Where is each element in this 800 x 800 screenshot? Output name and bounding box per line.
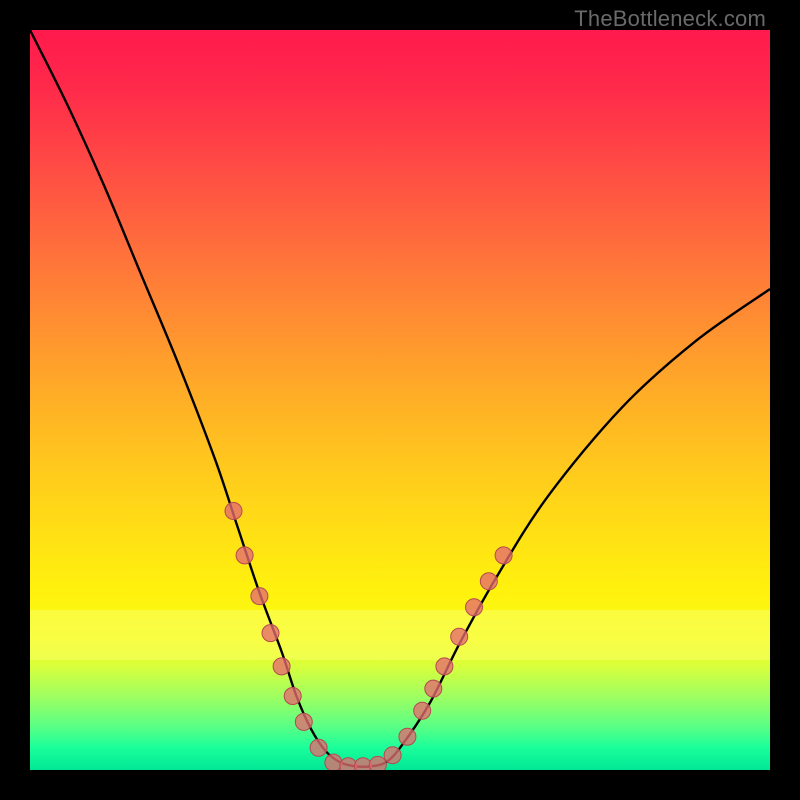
curve-marker (495, 547, 512, 564)
curve-marker (295, 713, 312, 730)
chart-frame (30, 30, 770, 770)
curve-marker (340, 758, 357, 770)
curve-markers (225, 503, 512, 771)
chart-svg (30, 30, 770, 770)
curve-marker (262, 625, 279, 642)
curve-marker (425, 680, 442, 697)
curve-marker (251, 588, 268, 605)
curve-marker (369, 756, 386, 770)
curve-marker (384, 747, 401, 764)
curve-marker (236, 547, 253, 564)
curve-marker (399, 728, 416, 745)
curve-marker (466, 599, 483, 616)
bottleneck-curve (30, 30, 770, 767)
curve-marker (284, 688, 301, 705)
curve-marker (414, 702, 431, 719)
curve-marker (436, 658, 453, 675)
curve-marker (480, 573, 497, 590)
watermark-text: TheBottleneck.com (574, 6, 766, 32)
curve-marker (310, 739, 327, 756)
curve-marker (451, 628, 468, 645)
curve-marker (225, 503, 242, 520)
curve-marker (273, 658, 290, 675)
